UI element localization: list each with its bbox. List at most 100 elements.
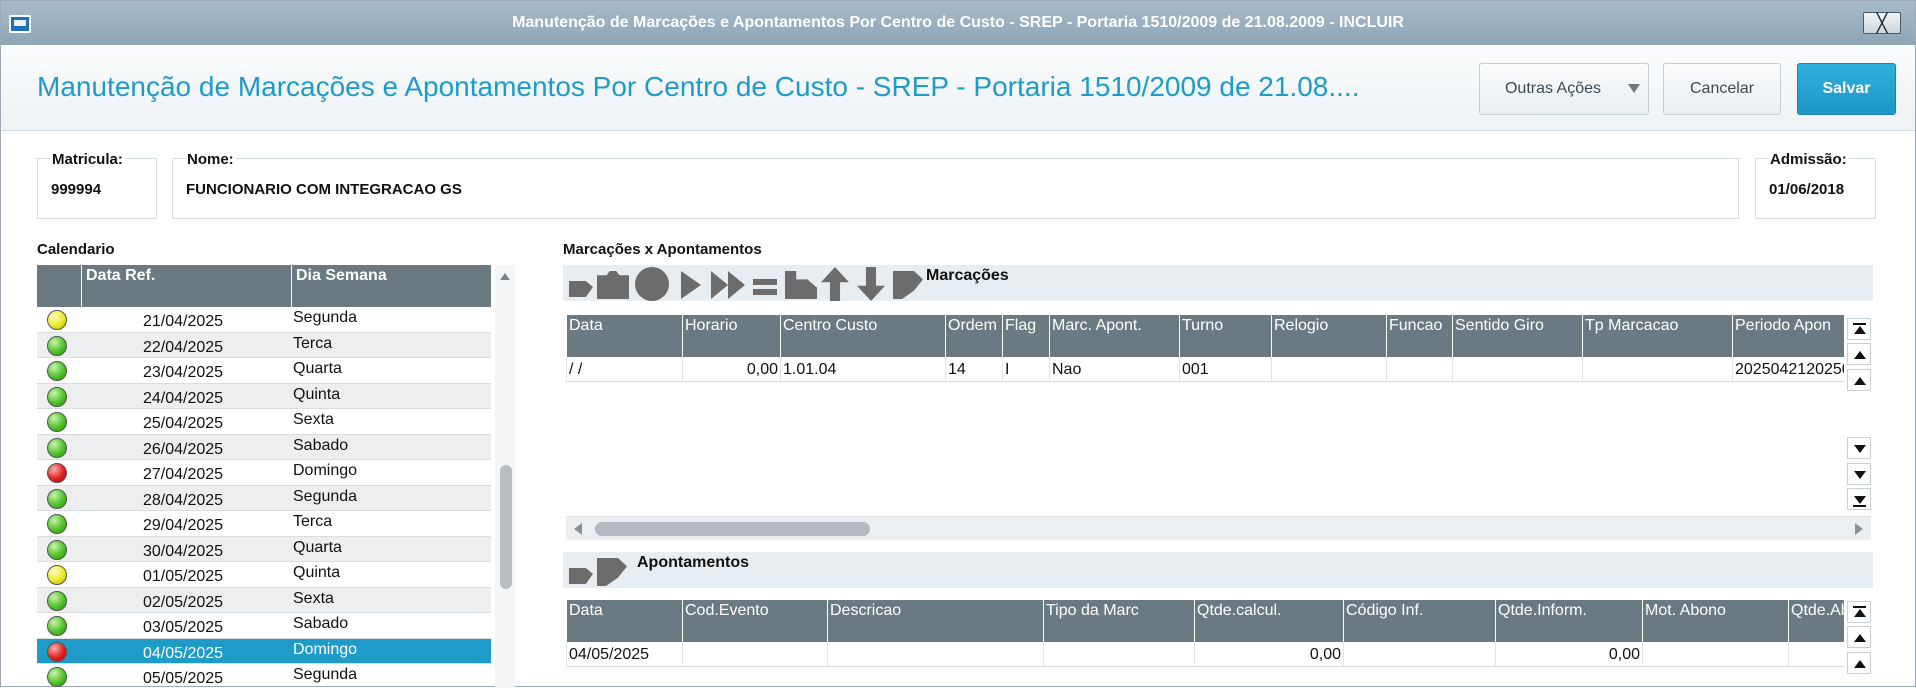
column-header[interactable]: Horario <box>682 315 780 357</box>
arrow-down-icon[interactable] <box>857 267 885 301</box>
column-header[interactable]: Turno <box>1179 315 1271 357</box>
table-cell[interactable] <box>682 642 827 667</box>
column-header[interactable]: Centro Custo <box>780 315 945 357</box>
close-button[interactable]: ╳ <box>1863 12 1901 34</box>
scroll-down-icon[interactable] <box>1847 437 1871 459</box>
table-cell[interactable]: 0,00 <box>682 357 780 382</box>
calendar-row[interactable]: 27/04/2025 Domingo <box>37 460 491 486</box>
calendar-row[interactable]: 21/04/2025 Segunda <box>37 307 491 333</box>
column-header[interactable]: Marc. Apont. <box>1049 315 1179 357</box>
calendar-row[interactable]: 05/05/2025 Segunda <box>37 664 491 688</box>
calendar-row[interactable]: 01/05/2025 Quinta <box>37 562 491 588</box>
column-header[interactable]: Qtde.Inform. <box>1495 600 1642 642</box>
arrow-up-icon[interactable] <box>821 267 849 301</box>
table-cell[interactable] <box>1386 357 1452 382</box>
table-cell[interactable] <box>1582 357 1732 382</box>
scroll-right-icon[interactable] <box>1855 523 1863 535</box>
column-header[interactable]: Qtde.Ab <box>1788 600 1844 642</box>
scroll-up-icon[interactable] <box>1847 369 1871 391</box>
equals-icon[interactable] <box>753 279 777 295</box>
circle-icon[interactable] <box>635 267 669 301</box>
table-cell[interactable] <box>1642 642 1788 667</box>
calendar-row[interactable]: 28/04/2025 Segunda <box>37 485 491 511</box>
outras-acoes-button[interactable]: Outras Ações <box>1479 63 1649 115</box>
admissao-field[interactable]: Admissão: 01/06/2018 <box>1755 151 1876 219</box>
calendar-row[interactable]: 22/04/2025 Terca <box>37 332 491 358</box>
scroll-thumb[interactable] <box>500 465 512 589</box>
table-cell[interactable] <box>827 642 1043 667</box>
table-cell[interactable]: 0,00 <box>1194 642 1343 667</box>
calendar-row[interactable]: 26/04/2025 Sabado <box>37 434 491 460</box>
table-cell[interactable] <box>1452 357 1582 382</box>
page-up-icon[interactable] <box>1847 343 1871 365</box>
calendar-row[interactable]: 04/05/2025 Domingo <box>37 638 491 664</box>
play-icon[interactable] <box>681 271 701 299</box>
table-cell[interactable]: 14 <box>945 357 1002 382</box>
table-cell[interactable] <box>1343 642 1495 667</box>
briefcase-icon[interactable] <box>597 271 629 299</box>
marcacoes-grid[interactable]: Data Horario Centro Custo Ordem Flag Marc. Ap… <box>566 315 1844 515</box>
page-up-icon[interactable] <box>1847 626 1871 648</box>
document-icon[interactable] <box>893 271 923 299</box>
table-cell[interactable] <box>1271 357 1386 382</box>
column-header[interactable]: Periodo Apon <box>1732 315 1844 357</box>
calendar-row[interactable]: 25/04/2025 Sexta <box>37 409 491 435</box>
column-header-data-ref[interactable]: Data Ref. <box>81 265 291 307</box>
table-cell[interactable]: Nao <box>1049 357 1179 382</box>
column-header[interactable]: Ordem <box>945 315 1002 357</box>
table-cell[interactable] <box>1043 642 1194 667</box>
calendar-grid[interactable]: Data Ref. Dia Semana 21/04/2025 Segunda 22… <box>37 265 515 688</box>
calendar-row[interactable]: 24/04/2025 Quinta <box>37 383 491 409</box>
calendar-row[interactable]: 02/05/2025 Sexta <box>37 587 491 613</box>
nome-field[interactable]: Nome: FUNCIONARIO COM INTEGRACAO GS <box>172 151 1739 219</box>
calendar-row[interactable]: 23/04/2025 Quarta <box>37 358 491 384</box>
first-record-icon[interactable] <box>1847 318 1871 340</box>
calendar-scrollbar[interactable] <box>495 265 515 688</box>
last-record-icon[interactable] <box>1847 488 1871 510</box>
table-row[interactable]: 04/05/2025 0,00 0,00 <box>566 642 1844 667</box>
column-header[interactable]: Sentido Giro <box>1452 315 1582 357</box>
cancel-button[interactable]: Cancelar <box>1663 63 1781 115</box>
calendar-row[interactable]: 29/04/2025 Terca <box>37 511 491 537</box>
table-cell[interactable]: / / <box>566 357 682 382</box>
arrow-right-icon[interactable] <box>569 281 593 297</box>
column-header[interactable]: Tipo da Marc <box>1043 600 1194 642</box>
calendar-row[interactable]: 03/05/2025 Sabado <box>37 613 491 639</box>
table-cell[interactable]: 04/05/2025 <box>566 642 682 667</box>
apontamentos-grid[interactable]: Data Cod.Evento Descricao Tipo da Marc Qtde.… <box>566 600 1844 688</box>
table-cell[interactable]: I <box>1002 357 1049 382</box>
column-header[interactable]: Código Inf. <box>1343 600 1495 642</box>
matricula-field[interactable]: Matricula: 999994 <box>37 151 157 219</box>
first-record-icon[interactable] <box>1847 601 1871 623</box>
table-cell[interactable]: 2025042120250 <box>1732 357 1844 382</box>
marcacoes-hscrollbar[interactable] <box>566 516 1871 540</box>
scroll-up-icon[interactable] <box>1847 652 1871 674</box>
table-cell[interactable]: 001 <box>1179 357 1271 382</box>
column-header[interactable]: Tp Marcacao <box>1582 315 1732 357</box>
scroll-up-icon[interactable] <box>500 273 510 280</box>
save-button[interactable]: Salvar <box>1797 63 1896 115</box>
column-header[interactable]: Descricao <box>827 600 1043 642</box>
table-row[interactable]: / /0,00 1.01.04 14 I Nao 001 2025042120250 <box>566 357 1844 382</box>
document-icon[interactable] <box>597 558 627 586</box>
calendar-date: 24/04/2025 <box>143 389 224 407</box>
scroll-left-icon[interactable] <box>574 523 582 535</box>
column-header[interactable]: Cod.Evento <box>682 600 827 642</box>
column-header[interactable]: Relogio <box>1271 315 1386 357</box>
scroll-thumb[interactable] <box>595 522 870 536</box>
column-header-dia-semana[interactable]: Dia Semana <box>291 265 491 307</box>
column-header[interactable]: Flag <box>1002 315 1049 357</box>
arrow-right-icon[interactable] <box>569 568 593 584</box>
column-header[interactable]: Mot. Abono <box>1642 600 1788 642</box>
column-header[interactable]: Data <box>566 600 682 642</box>
hand-icon[interactable] <box>785 271 817 299</box>
table-cell[interactable] <box>1788 642 1844 667</box>
page-down-icon[interactable] <box>1847 463 1871 485</box>
column-header[interactable]: Funcao <box>1386 315 1452 357</box>
fast-forward-icon[interactable] <box>711 271 745 299</box>
calendar-row[interactable]: 30/04/2025 Quarta <box>37 536 491 562</box>
table-cell[interactable]: 0,00 <box>1495 642 1642 667</box>
column-header[interactable]: Qtde.calcul. <box>1194 600 1343 642</box>
column-header[interactable]: Data <box>566 315 682 357</box>
table-cell[interactable]: 1.01.04 <box>780 357 945 382</box>
